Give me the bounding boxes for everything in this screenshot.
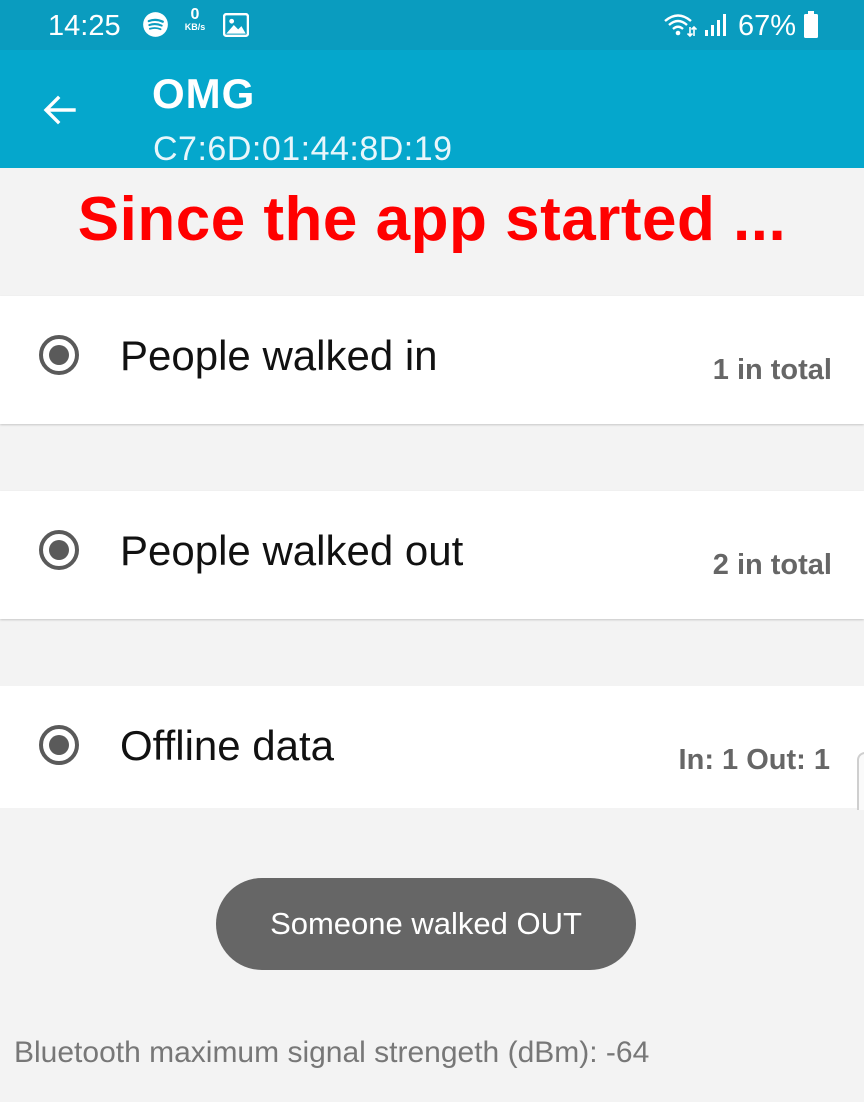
toast-message: Someone walked OUT <box>216 878 636 970</box>
image-icon <box>223 13 249 37</box>
device-address: C7:6D:01:44:8D:19 <box>153 130 453 168</box>
arrow-left-icon[interactable] <box>40 90 80 130</box>
radio-selected-icon[interactable] <box>38 334 80 376</box>
battery-icon <box>804 11 818 38</box>
signal-strength-text: Bluetooth maximum signal strengeth (dBm)… <box>14 1036 650 1069</box>
card-label: People walked in <box>120 332 438 379</box>
network-speed-indicator: 0 KB/s <box>180 7 210 32</box>
radio-selected-icon[interactable] <box>38 724 80 766</box>
device-title: OMG <box>152 70 256 117</box>
status-time: 14:25 <box>48 10 121 42</box>
signal-icon <box>705 14 726 36</box>
scroll-edge-handle[interactable] <box>857 752 864 810</box>
spotify-icon <box>143 12 168 37</box>
card-label: People walked out <box>120 527 464 574</box>
card-offline-data[interactable]: Offline data In: 1 Out: 1 <box>0 686 864 808</box>
app-bar: OMG C7:6D:01:44:8D:19 <box>0 50 864 168</box>
card-value: 2 in total <box>712 549 832 581</box>
card-people-walked-out[interactable]: People walked out 2 in total <box>0 491 864 619</box>
battery-percentage: 67% <box>738 10 797 42</box>
radio-selected-icon[interactable] <box>38 529 80 571</box>
status-bar: 14:25 0 KB/s 67% <box>0 0 864 50</box>
card-label: Offline data <box>120 722 335 769</box>
card-value: 1 in total <box>712 354 832 386</box>
card-value: In: 1 Out: 1 <box>678 744 830 776</box>
card-people-walked-in[interactable]: People walked in 1 in total <box>0 296 864 424</box>
network-speed-unit: KB/s <box>184 22 206 32</box>
headline: Since the app started ... <box>77 185 787 254</box>
wifi-icon <box>664 14 697 38</box>
network-speed-value: 0 <box>190 6 200 23</box>
